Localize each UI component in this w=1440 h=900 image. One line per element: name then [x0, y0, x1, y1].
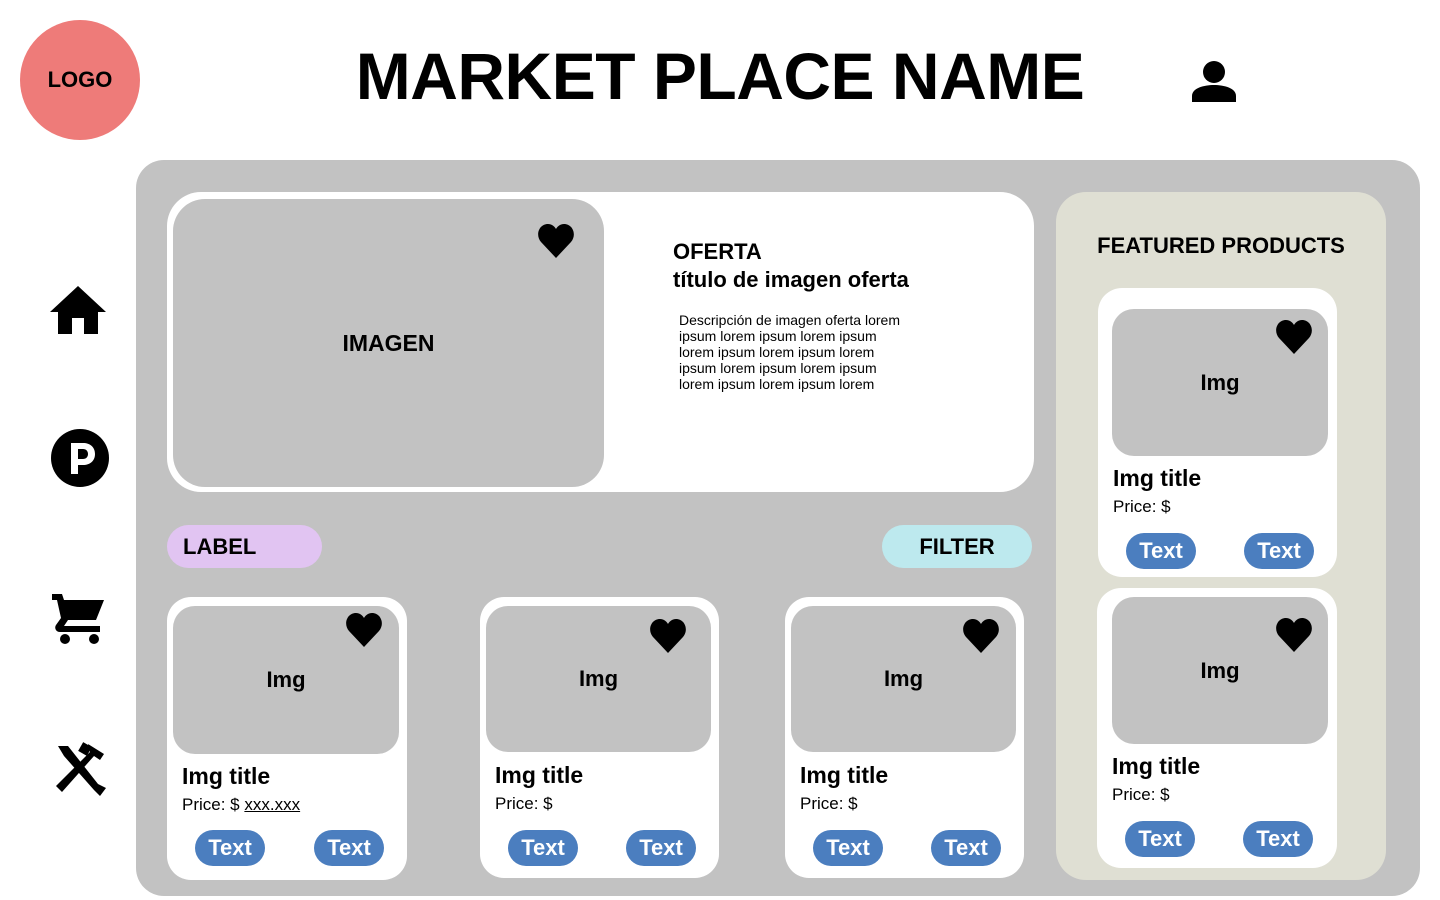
offer-heading: OFERTA título de imagen oferta [673, 238, 909, 294]
product-button-2[interactable]: Text [314, 830, 384, 866]
featured-button-1[interactable]: Text [1126, 533, 1196, 569]
price-prefix: Price: $ [182, 795, 240, 814]
product-title: Img title [495, 762, 584, 788]
home-icon[interactable] [48, 280, 108, 340]
filter-button[interactable]: FILTER [882, 525, 1032, 568]
heart-icon[interactable] [1275, 616, 1313, 654]
heart-icon[interactable] [1275, 318, 1313, 356]
price-prefix: Price: $ [800, 794, 858, 813]
featured-button-2[interactable]: Text [1243, 821, 1313, 857]
featured-title: Img title [1113, 465, 1202, 491]
offer-kicker: OFERTA [673, 239, 762, 264]
product-title: Img title [800, 762, 889, 788]
label-pill[interactable]: LABEL [167, 525, 322, 568]
featured-button-2[interactable]: Text [1244, 533, 1314, 569]
featured-price: Price: $ [1113, 497, 1171, 516]
logo[interactable]: LOGO [20, 20, 140, 140]
product-title: Img title [182, 763, 271, 789]
featured-heading: FEATURED PRODUCTS [1097, 233, 1345, 258]
tools-icon[interactable] [50, 740, 110, 800]
parking-icon[interactable] [50, 428, 110, 488]
featured-price: Price: $ [1112, 785, 1170, 804]
heart-icon[interactable] [962, 617, 1000, 655]
featured-button-1[interactable]: Text [1125, 821, 1195, 857]
product-price: Price: $ [800, 794, 858, 814]
cart-icon[interactable] [48, 588, 108, 648]
price-value: xxx.xxx [244, 795, 301, 814]
page-title: MARKET PLACE NAME [355, 39, 1085, 113]
featured-title: Img title [1112, 753, 1201, 779]
product-button-1[interactable]: Text [195, 830, 265, 866]
offer-title: título de imagen oferta [673, 267, 909, 292]
price-prefix: Price: $ [495, 794, 553, 813]
heart-icon[interactable] [649, 617, 687, 655]
product-price: Price: $ xxx.xxx [182, 795, 300, 815]
heart-icon[interactable] [345, 611, 383, 649]
product-button-1[interactable]: Text [813, 830, 883, 866]
product-button-1[interactable]: Text [508, 830, 578, 866]
offer-description: Descripción de imagen oferta lorem ipsum… [679, 312, 900, 392]
product-button-2[interactable]: Text [931, 830, 1001, 866]
product-button-2[interactable]: Text [626, 830, 696, 866]
product-price: Price: $ [495, 794, 553, 814]
heart-icon[interactable] [537, 222, 575, 260]
user-icon[interactable] [1190, 58, 1238, 106]
